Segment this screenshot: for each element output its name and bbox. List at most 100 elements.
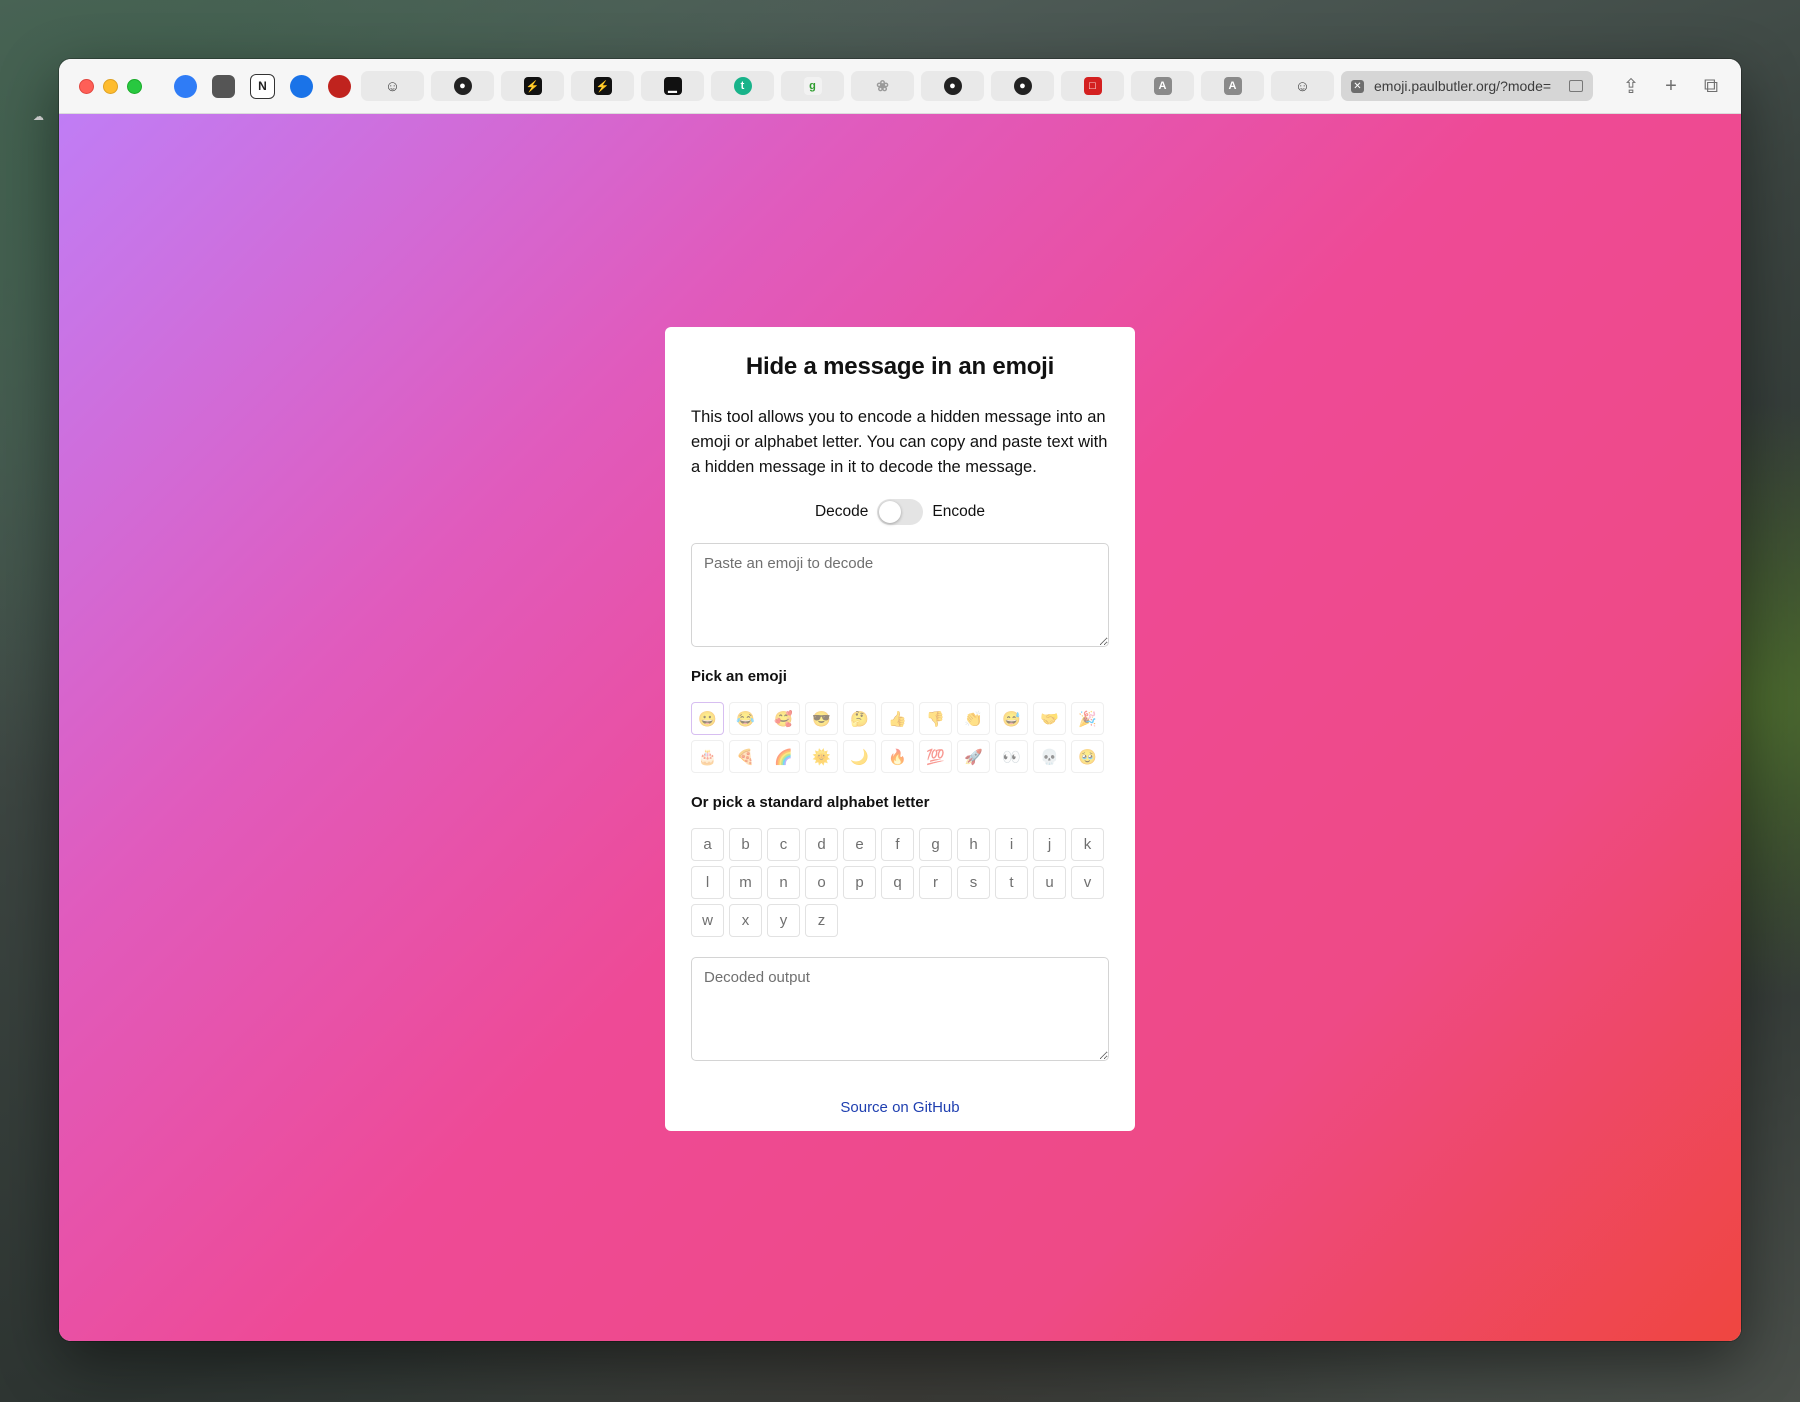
letter-option[interactable]: p xyxy=(843,866,876,899)
letter-option[interactable]: t xyxy=(995,866,1028,899)
letter-option[interactable]: g xyxy=(919,828,952,861)
tab-overview-icon[interactable]: ⧉ xyxy=(1701,75,1721,97)
letter-a-icon: A xyxy=(1153,77,1172,95)
emoji-option[interactable]: 👏 xyxy=(957,702,990,735)
bolt-icon: ⚡ xyxy=(523,77,542,95)
browser-tab[interactable]: ⚡ xyxy=(571,71,634,101)
browser-tab[interactable]: ☺ xyxy=(1271,71,1334,101)
decoded-output[interactable] xyxy=(691,957,1109,1061)
tab-strip: ☺ ● ⚡ ⚡ ▁ t g ❀ ● ● □ A A ☺ xyxy=(361,71,1334,101)
letter-option[interactable]: d xyxy=(805,828,838,861)
browser-tab[interactable]: A xyxy=(1201,71,1264,101)
emoji-option[interactable]: 👍 xyxy=(881,702,914,735)
letter-option[interactable]: a xyxy=(691,828,724,861)
github-icon: ● xyxy=(453,77,472,95)
browser-tab[interactable]: t xyxy=(711,71,774,101)
figure-icon: ❀ xyxy=(876,78,889,95)
browser-tab[interactable]: ● xyxy=(431,71,494,101)
letter-option[interactable]: r xyxy=(919,866,952,899)
red-record-icon[interactable] xyxy=(328,74,351,98)
window-controls xyxy=(79,78,142,94)
main-card: Hide a message in an emoji This tool all… xyxy=(665,327,1135,1131)
address-url[interactable]: emoji.paulbutler.org/?mode= xyxy=(1374,78,1559,94)
teal-circle-icon: t xyxy=(733,77,752,95)
letter-option[interactable]: j xyxy=(1033,828,1066,861)
letter-option[interactable]: e xyxy=(843,828,876,861)
letter-option[interactable]: i xyxy=(995,828,1028,861)
notion-icon[interactable]: N xyxy=(250,73,275,99)
github-icon: ● xyxy=(943,77,962,95)
browser-tab[interactable]: ⚡ xyxy=(501,71,564,101)
browser-tab[interactable]: □ xyxy=(1061,71,1124,101)
browser-tab[interactable]: ❀ xyxy=(851,71,914,101)
letter-option[interactable]: h xyxy=(957,828,990,861)
letter-a-icon: A xyxy=(1223,77,1242,95)
bolt-icon: ⚡ xyxy=(593,77,612,95)
emoji-option[interactable]: 🎂 xyxy=(691,740,724,773)
emoji-option[interactable]: 🎉 xyxy=(1071,702,1104,735)
emoji-option[interactable]: 👀 xyxy=(995,740,1028,773)
letter-option[interactable]: v xyxy=(1071,866,1104,899)
emoji-option[interactable]: 🌙 xyxy=(843,740,876,773)
browser-tab[interactable]: g xyxy=(781,71,844,101)
letter-option[interactable]: c xyxy=(767,828,800,861)
letter-option[interactable]: f xyxy=(881,828,914,861)
decode-input[interactable] xyxy=(691,543,1109,647)
emoji-option[interactable]: 🔥 xyxy=(881,740,914,773)
minimize-window-button[interactable] xyxy=(103,78,118,94)
letter-option[interactable]: o xyxy=(805,866,838,899)
letter-option[interactable]: w xyxy=(691,904,724,937)
emoji-option[interactable]: 🤔 xyxy=(843,702,876,735)
mode-toggle-switch[interactable] xyxy=(877,499,924,525)
close-tab-icon[interactable]: ✕ xyxy=(1351,79,1364,93)
source-github-link[interactable]: Source on GitHub xyxy=(840,1099,959,1116)
letter-option[interactable]: m xyxy=(729,866,762,899)
page-title: Hide a message in an emoji xyxy=(745,353,1055,380)
letter-option[interactable]: y xyxy=(767,904,800,937)
letter-option[interactable]: s xyxy=(957,866,990,899)
green-g-icon: g xyxy=(803,77,822,95)
active-tab[interactable]: ✕ emoji.paulbutler.org/?mode= xyxy=(1341,71,1593,101)
emoji-option[interactable]: 🥹 xyxy=(1071,740,1104,773)
shield-icon[interactable] xyxy=(212,74,235,98)
browser-tab[interactable]: A xyxy=(1131,71,1194,101)
emoji-option[interactable]: 😀 xyxy=(691,702,724,735)
letter-option[interactable]: n xyxy=(767,866,800,899)
emoji-option[interactable]: 💯 xyxy=(919,740,952,773)
new-tab-icon[interactable]: + xyxy=(1661,75,1681,97)
emoji-option[interactable]: 🤝 xyxy=(1033,702,1066,735)
footer: Source on GitHub xyxy=(691,1099,1109,1116)
browser-tab[interactable]: ● xyxy=(991,71,1054,101)
letter-option[interactable]: q xyxy=(881,866,914,899)
letter-option[interactable]: b xyxy=(729,828,762,861)
letter-option[interactable]: x xyxy=(729,904,762,937)
emoji-option[interactable]: 🚀 xyxy=(957,740,990,773)
emoji-option[interactable]: 🌈 xyxy=(767,740,800,773)
password-icon[interactable] xyxy=(290,74,313,98)
letter-option[interactable]: z xyxy=(805,904,838,937)
emoji-option[interactable]: 💀 xyxy=(1033,740,1066,773)
page-content: Hide a message in an emoji This tool all… xyxy=(59,114,1741,1341)
letter-option[interactable]: l xyxy=(691,866,724,899)
browser-tab[interactable]: ▁ xyxy=(641,71,704,101)
emoji-option[interactable]: 😂 xyxy=(729,702,762,735)
emoji-option[interactable]: 🍕 xyxy=(729,740,762,773)
emoji-option[interactable]: 👎 xyxy=(919,702,952,735)
reader-icon[interactable] xyxy=(1569,80,1583,92)
browser-tab[interactable]: ☺ xyxy=(361,71,424,101)
letter-option[interactable]: u xyxy=(1033,866,1066,899)
encode-label: Encode xyxy=(932,503,985,520)
emoji-option[interactable]: 🌞 xyxy=(805,740,838,773)
emoji-option[interactable]: 😎 xyxy=(805,702,838,735)
emoji-option[interactable]: 🥰 xyxy=(767,702,800,735)
blue-circle-app-icon[interactable] xyxy=(174,74,197,98)
letter-option[interactable]: k xyxy=(1071,828,1104,861)
browser-tab[interactable]: ● xyxy=(921,71,984,101)
zoom-window-button[interactable] xyxy=(127,78,142,94)
share-icon[interactable]: ⇪ xyxy=(1621,76,1641,98)
toolbar-actions: ⇪ + ⧉ xyxy=(1621,75,1721,98)
browser-window: N ☺ ● ⚡ ⚡ ▁ t g ❀ ● ● □ A A ☺ ✕ emoji.paulbutler.org/… xyxy=(59,59,1741,1341)
emoji-option[interactable]: 😅 xyxy=(995,702,1028,735)
close-window-button[interactable] xyxy=(79,78,94,94)
pinned-tabs: N xyxy=(174,73,351,99)
